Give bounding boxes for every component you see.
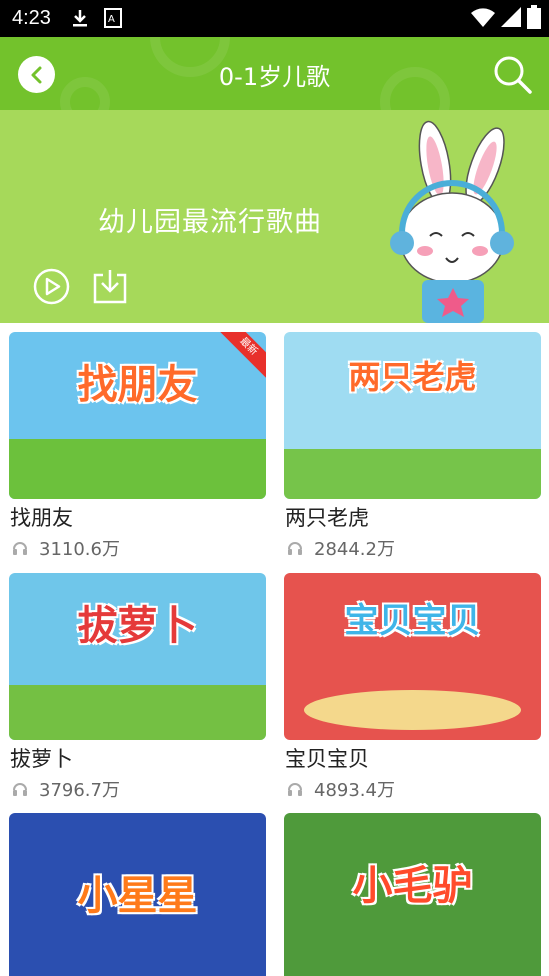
thumbnail-title: 小毛驴 xyxy=(352,863,473,909)
banner-title: 幼儿园最流行歌曲 xyxy=(98,207,322,238)
play-count-value: 3796.7万 xyxy=(39,780,120,801)
play-count-value: 4893.4万 xyxy=(314,780,395,801)
play-count-value: 3110.6万 xyxy=(39,539,120,560)
song-title: 宝贝宝贝 xyxy=(285,747,369,771)
song-thumbnail[interactable]: 找朋友 最新 xyxy=(9,332,266,499)
download-notification-icon xyxy=(73,10,87,27)
thumbnail-title: 拔萝卜 xyxy=(77,603,198,649)
featured-banner[interactable]: 幼儿园最流行歌曲 xyxy=(0,110,549,323)
status-time: 4:23 xyxy=(12,7,51,29)
play-count-value: 2844.2万 xyxy=(314,539,395,560)
thumbnail-title: 宝贝宝贝 xyxy=(344,601,481,641)
song-card[interactable]: 两只老虎 两只老虎 2844.2万 xyxy=(284,332,541,560)
play-count: 3796.7万 xyxy=(11,776,120,802)
play-count: 3110.6万 xyxy=(11,535,120,561)
song-card[interactable]: 小星星 xyxy=(9,813,266,976)
headphones-icon xyxy=(13,542,27,555)
song-card[interactable]: 拔萝卜 拔萝卜 3796.7万 xyxy=(9,573,266,801)
thumbnail-title: 找朋友 xyxy=(77,362,198,408)
song-title: 拔萝卜 xyxy=(10,747,73,771)
song-thumbnail[interactable]: 小毛驴 xyxy=(284,813,541,976)
download-icon[interactable] xyxy=(92,267,128,305)
app-bar: 0-1岁儿歌 xyxy=(0,37,549,110)
app-notification-icon: A xyxy=(104,8,122,28)
headphones-icon xyxy=(288,783,302,796)
song-thumbnail[interactable]: 两只老虎 xyxy=(284,332,541,499)
svg-text:A: A xyxy=(108,14,115,25)
play-icon[interactable] xyxy=(33,268,70,305)
song-thumbnail[interactable]: 拔萝卜 xyxy=(9,573,266,740)
search-icon[interactable] xyxy=(492,54,532,94)
thumbnail-title: 小星星 xyxy=(77,873,198,919)
song-card[interactable]: 小毛驴 xyxy=(284,813,541,976)
signal-icon xyxy=(501,7,521,27)
headphones-icon xyxy=(13,783,27,796)
play-count: 4893.4万 xyxy=(286,776,395,802)
bunny-mascot-image xyxy=(390,120,514,323)
thumbnail-title: 两只老虎 xyxy=(348,358,477,396)
wifi-icon xyxy=(471,8,495,27)
battery-icon xyxy=(527,5,541,29)
song-title: 找朋友 xyxy=(10,506,73,530)
status-bar: 4:23 A xyxy=(0,0,549,37)
headphones-icon xyxy=(288,542,302,555)
song-card[interactable]: 找朋友 最新 找朋友 3110.6万 xyxy=(9,332,266,560)
page-title: 0-1岁儿歌 xyxy=(218,63,331,91)
song-card[interactable]: 宝贝宝贝 宝贝宝贝 4893.4万 xyxy=(284,573,541,801)
play-count: 2844.2万 xyxy=(286,535,395,561)
song-title: 两只老虎 xyxy=(285,506,369,530)
song-thumbnail[interactable]: 宝贝宝贝 xyxy=(284,573,541,740)
song-thumbnail[interactable]: 小星星 xyxy=(9,813,266,976)
